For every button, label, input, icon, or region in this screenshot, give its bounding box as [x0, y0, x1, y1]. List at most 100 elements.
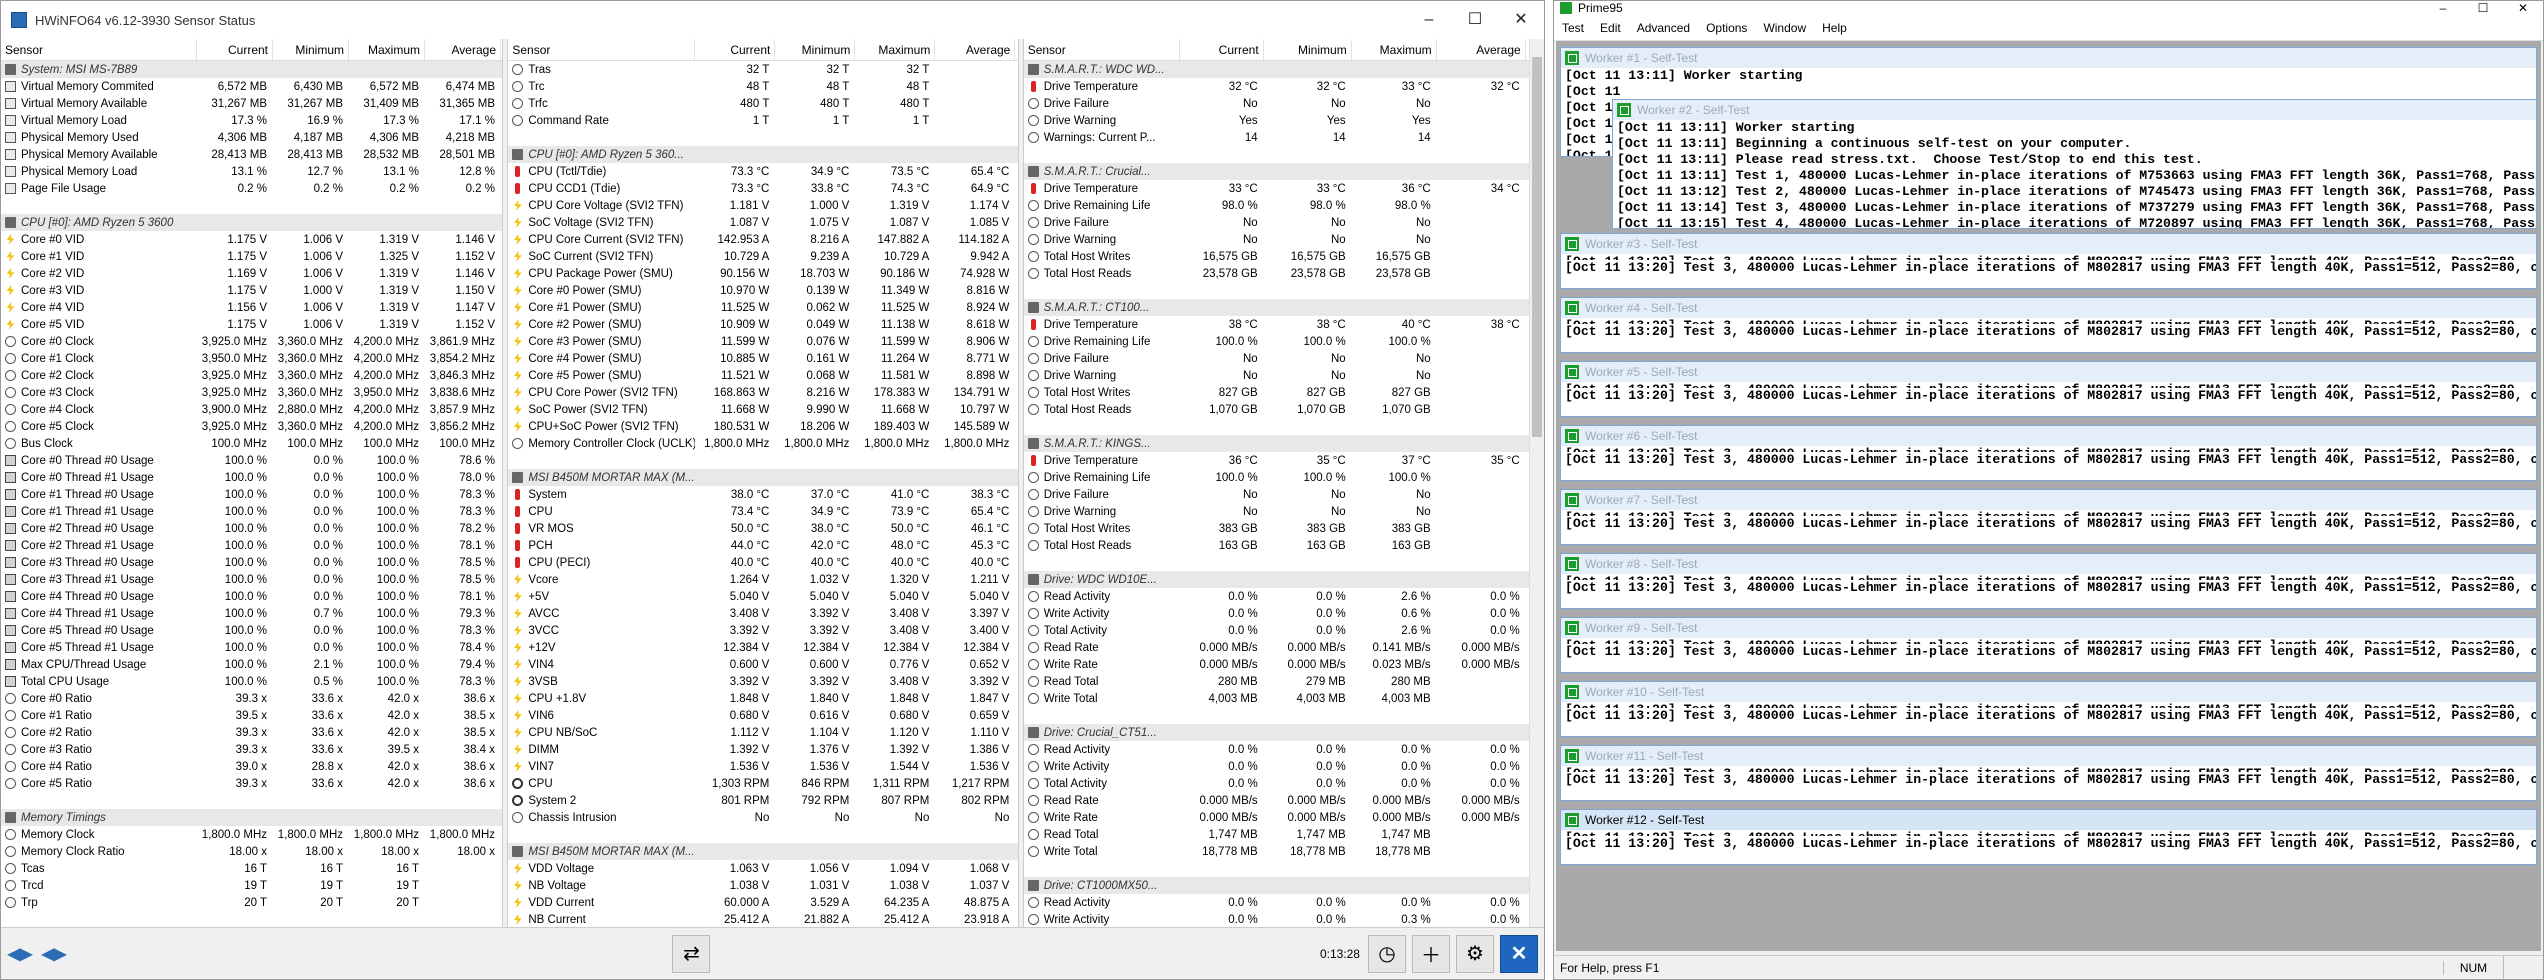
worker-window[interactable]: Worker #7 - Self-Test [Oct 11 13:20] Test…: [1560, 489, 2537, 545]
network-icon[interactable]: ⇄: [672, 934, 711, 973]
column-header-sensor[interactable]: Sensor: [1024, 39, 1180, 60]
sensor-row[interactable]: CPU Core Voltage (SVI2 TFN) 1.181 V 1.000 …: [508, 197, 1017, 214]
sensor-row[interactable]: Core #0 Thread #0 Usage 100.0 % 0.0 % 100.0…: [1, 452, 502, 469]
sensor-panel-3[interactable]: Sensor Current Minimum Maximum Average S.M.A…: [1023, 39, 1544, 929]
worker-window[interactable]: Worker #9 - Self-Test [Oct 11 13:20] Test…: [1560, 617, 2537, 673]
worker-titlebar[interactable]: Worker #2 - Self-Test: [1613, 100, 2536, 120]
column-header-maximum[interactable]: Maximum: [1352, 39, 1437, 60]
sensor-row[interactable]: Write Rate 0.000 MB/s 0.000 MB/s 0.000 MB/s…: [1024, 809, 1544, 826]
sensor-row[interactable]: Drive Remaining Life 100.0 % 100.0 % 100.0 …: [1024, 469, 1544, 486]
sensor-row[interactable]: Tcas 16 T 16 T 16 T: [1, 860, 502, 877]
sensor-row[interactable]: Max CPU/Thread Usage 100.0 % 2.1 % 100.0 % 7…: [1, 656, 502, 673]
worker-titlebar[interactable]: Worker #4 - Self-Test: [1561, 298, 2536, 318]
sensor-group-header[interactable]: CPU [#0]: AMD Ryzen 5 3600: [1, 214, 503, 231]
sensor-row[interactable]: PCH 44.0 °C 42.0 °C 48.0 °C 45.3 °C: [508, 537, 1017, 554]
add-report-icon[interactable]: ＋: [1411, 934, 1450, 973]
sensor-row[interactable]: Core #2 Thread #0 Usage 100.0 % 0.0 % 100.0…: [1, 520, 502, 537]
menu-test[interactable]: Test: [1554, 21, 1592, 35]
sensor-row[interactable]: CPU Core Power (SVI2 TFN) 168.863 W 8.216 …: [508, 384, 1017, 401]
worker-titlebar[interactable]: Worker #1 - Self-Test: [1561, 48, 2536, 68]
sensor-row[interactable]: Core #4 Thread #0 Usage 100.0 % 0.0 % 100.0…: [1, 588, 502, 605]
navigate-right-icon[interactable]: ◀▶: [39, 939, 69, 969]
sensor-row[interactable]: CPU+SoC Power (SVI2 TFN) 180.531 W 18.206 …: [508, 418, 1017, 435]
sensor-row[interactable]: Total Host Writes 16,575 GB 16,575 GB 16,57…: [1024, 248, 1544, 265]
sensor-row[interactable]: Drive Remaining Life 100.0 % 100.0 % 100.0 …: [1024, 333, 1544, 350]
sensor-row[interactable]: Core #2 Clock 3,925.0 MHz 3,360.0 MHz 4,200…: [1, 367, 502, 384]
sensor-row[interactable]: Core #1 VID 1.175 V 1.006 V 1.325 V 1.152 V: [1, 248, 502, 265]
sensor-row[interactable]: Physical Memory Available 28,413 MB 28,413…: [1, 146, 502, 163]
sensor-row[interactable]: Memory Clock Ratio 18.00 x 18.00 x 18.00 x 1…: [1, 843, 502, 860]
column-header-minimum[interactable]: Minimum: [775, 39, 856, 60]
sensor-row[interactable]: Drive Temperature 38 °C 38 °C 40 °C 38 °C: [1024, 316, 1544, 333]
sensor-row[interactable]: Total Host Reads 1,070 GB 1,070 GB 1,070 GB: [1024, 401, 1544, 418]
navigate-left-icon[interactable]: ◀▶: [5, 939, 35, 969]
sensor-row[interactable]: Write Activity 0.0 % 0.0 % 0.6 % 0.0 %: [1024, 605, 1544, 622]
column-header-sensor[interactable]: Sensor: [508, 39, 696, 60]
sensor-row[interactable]: Drive Warning No No No: [1024, 503, 1544, 520]
sensor-row[interactable]: Trp 20 T 20 T 20 T: [1, 894, 502, 911]
column-header-maximum[interactable]: Maximum: [349, 39, 425, 60]
maximize-button[interactable]: ☐: [1452, 1, 1498, 39]
sensor-row[interactable]: CPU CCD1 (Tdie) 73.3 °C 33.8 °C 74.3 °C 64.9…: [508, 180, 1017, 197]
sensor-group-header[interactable]: MSI B450M MORTAR MAX (M...: [508, 469, 1018, 486]
sensor-row[interactable]: Write Rate 0.000 MB/s 0.000 MB/s 0.023 MB/s…: [1024, 656, 1544, 673]
sensor-row[interactable]: Drive Warning Yes Yes Yes: [1024, 112, 1544, 129]
sensor-row[interactable]: CPU (PECI) 40.0 °C 40.0 °C 40.0 °C 40.0 °C: [508, 554, 1017, 571]
settings-gear-icon[interactable]: ⚙: [1455, 934, 1494, 973]
sensor-row[interactable]: DIMM 1.392 V 1.376 V 1.392 V 1.386 V: [508, 741, 1017, 758]
sensor-row[interactable]: Drive Remaining Life 98.0 % 98.0 % 98.0 %: [1024, 197, 1544, 214]
prime95-titlebar[interactable]: Prime95 – ☐ ✕: [1554, 1, 2543, 15]
sensor-row[interactable]: Write Activity 0.0 % 0.0 % 0.0 % 0.0 %: [1024, 758, 1544, 775]
column-header-average[interactable]: Average: [1437, 39, 1526, 60]
sensor-row[interactable]: Core #1 Thread #0 Usage 100.0 % 0.0 % 100.0…: [1, 486, 502, 503]
sensor-row[interactable]: VDD Current 60.000 A 3.529 A 64.235 A 48.875…: [508, 894, 1017, 911]
column-header-sensor[interactable]: Sensor: [1, 39, 197, 60]
worker-titlebar[interactable]: Worker #3 - Self-Test: [1561, 234, 2536, 254]
sensor-row[interactable]: Physical Memory Used 4,306 MB 4,187 MB 4,30…: [1, 129, 502, 146]
minimize-button[interactable]: –: [1406, 1, 1452, 39]
worker-window[interactable]: Worker #12 - Self-Test [Oct 11 13:20] Tes…: [1560, 809, 2537, 865]
sensor-group-header[interactable]: MSI B450M MORTAR MAX (M...: [508, 843, 1018, 860]
sensor-group-header[interactable]: S.M.A.R.T.: KINGS...: [1023, 435, 1544, 452]
sensor-row[interactable]: Read Total 1,747 MB 1,747 MB 1,747 MB: [1024, 826, 1544, 843]
column-header-average[interactable]: Average: [425, 39, 501, 60]
sensor-row[interactable]: Memory Controller Clock (UCLK) 1,800.0 MH…: [508, 435, 1017, 452]
menu-help[interactable]: Help: [1814, 21, 1855, 35]
sensor-row[interactable]: Physical Memory Load 13.1 % 12.7 % 13.1 % 12…: [1, 163, 502, 180]
clock-icon[interactable]: ◷: [1367, 934, 1406, 973]
sensor-row[interactable]: Total Host Reads 163 GB 163 GB 163 GB: [1024, 537, 1544, 554]
worker-window[interactable]: Worker #6 - Self-Test [Oct 11 13:20] Test…: [1560, 425, 2537, 481]
vertical-scrollbar[interactable]: [1529, 39, 1544, 929]
worker-window[interactable]: Worker #2 - Self-Test [Oct 11 13:11] Work…: [1612, 99, 2537, 229]
sensor-row[interactable]: Total Activity 0.0 % 0.0 % 0.0 % 0.0 %: [1024, 775, 1544, 792]
sensor-row[interactable]: Drive Failure No No No: [1024, 486, 1544, 503]
worker-titlebar[interactable]: Worker #12 - Self-Test: [1561, 810, 2536, 830]
sensor-row[interactable]: Read Total 280 MB 279 MB 280 MB: [1024, 673, 1544, 690]
sensor-row[interactable]: Core #0 Thread #1 Usage 100.0 % 0.0 % 100.0…: [1, 469, 502, 486]
sensor-row[interactable]: VIN4 0.600 V 0.600 V 0.776 V 0.652 V: [508, 656, 1017, 673]
sensor-row[interactable]: Trc 48 T 48 T 48 T: [508, 78, 1017, 95]
worker-titlebar[interactable]: Worker #7 - Self-Test: [1561, 490, 2536, 510]
sensor-row[interactable]: CPU Package Power (SMU) 90.156 W 18.703 W 9…: [508, 265, 1017, 282]
sensor-row[interactable]: Drive Warning No No No: [1024, 231, 1544, 248]
sensor-row[interactable]: Core #0 VID 1.175 V 1.006 V 1.319 V 1.146 V: [1, 231, 502, 248]
sensor-row[interactable]: NB Current 25.412 A 21.882 A 25.412 A 23.918…: [508, 911, 1017, 928]
sensor-row[interactable]: Drive Failure No No No: [1024, 214, 1544, 231]
sensor-row[interactable]: Write Activity 0.0 % 0.0 % 0.3 % 0.0 %: [1024, 911, 1544, 928]
sensor-row[interactable]: Core #5 Ratio 39.3 x 33.6 x 42.0 x 38.6 x: [1, 775, 502, 792]
sensor-row[interactable]: Core #1 Thread #1 Usage 100.0 % 0.0 % 100.0…: [1, 503, 502, 520]
worker-window[interactable]: Worker #4 - Self-Test [Oct 11 13:20] Test…: [1560, 297, 2537, 353]
worker-titlebar[interactable]: Worker #11 - Self-Test: [1561, 746, 2536, 766]
sensor-row[interactable]: Core #1 Clock 3,950.0 MHz 3,360.0 MHz 4,200…: [1, 350, 502, 367]
sensor-row[interactable]: Total CPU Usage 100.0 % 0.5 % 100.0 % 78.3 %: [1, 673, 502, 690]
sensor-row[interactable]: Read Activity 0.0 % 0.0 % 0.0 % 0.0 %: [1024, 894, 1544, 911]
maximize-button[interactable]: ☐: [2463, 1, 2503, 15]
sensor-row[interactable]: Read Rate 0.000 MB/s 0.000 MB/s 0.000 MB/s 0…: [1024, 792, 1544, 809]
worker-titlebar[interactable]: Worker #8 - Self-Test: [1561, 554, 2536, 574]
sensor-row[interactable]: CPU 1,303 RPM 846 RPM 1,311 RPM 1,217 RPM: [508, 775, 1017, 792]
worker-titlebar[interactable]: Worker #5 - Self-Test: [1561, 362, 2536, 382]
worker-titlebar[interactable]: Worker #6 - Self-Test: [1561, 426, 2536, 446]
worker-window[interactable]: Worker #5 - Self-Test [Oct 11 13:20] Test…: [1560, 361, 2537, 417]
sensor-row[interactable]: Drive Temperature 33 °C 33 °C 36 °C 34 °C: [1024, 180, 1544, 197]
sensor-row[interactable]: CPU Core Current (SVI2 TFN) 142.953 A 8.21…: [508, 231, 1017, 248]
